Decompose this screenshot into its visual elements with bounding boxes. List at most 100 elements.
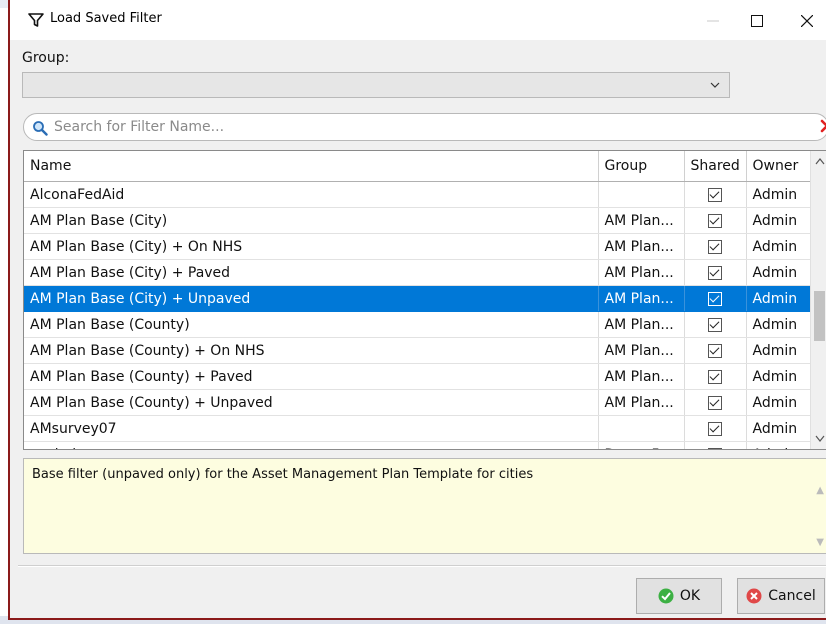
cell-owner: Admin — [746, 363, 813, 390]
ok-label: OK — [679, 588, 701, 604]
cell-name: asphalt — [24, 441, 599, 449]
cell-shared — [684, 337, 747, 364]
table-row[interactable]: AM Plan Base (City) + On NHS AM Plan... Ad… — [24, 233, 813, 260]
cell-name: AMsurvey07 — [24, 415, 599, 442]
table-row[interactable]: AlconaFedAid Admin — [24, 181, 813, 208]
cell-name: AM Plan Base (County) + Unpaved — [24, 389, 599, 416]
title-bar[interactable]: Load Saved Filter — [10, 0, 826, 40]
filter-grid: Name Group Shared Owner AlconaFedAid Admi… — [23, 150, 826, 450]
cancel-x-icon — [746, 588, 762, 604]
ok-button[interactable]: OK — [636, 578, 722, 614]
table-row[interactable]: AM Plan Base (City) AM Plan... Admin — [24, 207, 813, 234]
close-icon — [801, 15, 813, 27]
cell-owner: Admin — [746, 259, 813, 286]
table-row[interactable]: AMsurvey07 Admin — [24, 415, 813, 442]
header-row: Name Group Shared Owner — [24, 151, 813, 182]
column-header-name[interactable]: Name — [24, 151, 599, 182]
cell-group: AM Plan... — [598, 285, 685, 312]
table-row[interactable]: asphaltDemo-5... Admin — [24, 441, 813, 449]
table-row[interactable]: AM Plan Base (County) + On NHS AM Plan...… — [24, 337, 813, 364]
cancel-button[interactable]: Cancel — [737, 578, 825, 614]
shared-checkbox[interactable] — [708, 213, 722, 228]
scrollbar-thumb[interactable] — [814, 291, 825, 341]
cell-owner: Admin — [746, 207, 813, 234]
filter-description-box[interactable]: Base filter (unpaved only) for the Asset… — [23, 458, 826, 554]
chevron-down-icon — [710, 82, 720, 88]
shared-checkbox[interactable] — [708, 239, 722, 254]
group-label: Group: — [22, 50, 70, 66]
cell-name: AlconaFedAid — [24, 181, 599, 208]
cell-owner: Admin — [746, 285, 813, 312]
footer-divider — [18, 565, 826, 567]
cell-group — [598, 415, 685, 442]
cell-name: AM Plan Base (County) + Paved — [24, 363, 599, 390]
group-dropdown[interactable] — [22, 72, 730, 98]
cell-shared — [684, 363, 747, 390]
shared-checkbox[interactable] — [708, 317, 722, 332]
cell-group: Demo-5... — [598, 441, 685, 449]
cell-shared — [684, 233, 747, 260]
cell-owner: Admin — [746, 181, 813, 208]
ok-check-icon — [658, 588, 674, 604]
cell-shared — [684, 415, 747, 442]
cell-owner: Admin — [746, 233, 813, 260]
cell-group: AM Plan... — [598, 311, 685, 338]
table-row[interactable]: AM Plan Base (County) + Unpaved AM Plan..… — [24, 389, 813, 416]
cell-name: AM Plan Base (City) + Unpaved — [24, 285, 599, 312]
description-scroll-down-icon[interactable]: ▼ — [816, 537, 824, 548]
cell-shared — [684, 181, 747, 208]
cell-shared — [684, 207, 747, 234]
table-row[interactable]: AM Plan Base (City) + Unpaved AM Plan... A… — [24, 285, 813, 312]
cell-group: AM Plan... — [598, 337, 685, 364]
minimize-button[interactable] — [692, 6, 734, 36]
shared-checkbox[interactable] — [708, 291, 722, 306]
column-header-owner[interactable]: Owner — [746, 151, 813, 182]
cell-shared — [684, 311, 747, 338]
shared-checkbox[interactable] — [708, 369, 722, 384]
maximize-button[interactable] — [736, 6, 778, 36]
cancel-label: Cancel — [768, 588, 816, 604]
close-button[interactable] — [786, 6, 826, 36]
cell-shared — [684, 259, 747, 286]
table-row[interactable]: AM Plan Base (County) + Paved AM Plan... A… — [24, 363, 813, 390]
cell-group: AM Plan... — [598, 363, 685, 390]
filter-description-text: Base filter (unpaved only) for the Asset… — [32, 467, 534, 482]
table-row[interactable]: AM Plan Base (County) AM Plan... Admin — [24, 311, 813, 338]
shared-checkbox[interactable] — [708, 187, 722, 202]
description-scroll-up-icon[interactable]: ▲ — [816, 485, 824, 496]
search-icon — [33, 121, 48, 136]
vertical-scrollbar[interactable] — [810, 151, 826, 449]
grid-body: AlconaFedAid Admin AM Plan Base (City) AM P… — [24, 181, 813, 449]
cell-name: AM Plan Base (County) — [24, 311, 599, 338]
cell-name: AM Plan Base (County) + On NHS — [24, 337, 599, 364]
cell-owner: Admin — [746, 337, 813, 364]
cell-group: AM Plan... — [598, 259, 685, 286]
window-title: Load Saved Filter — [50, 11, 162, 26]
table-row[interactable]: AM Plan Base (City) + Paved AM Plan... Adm… — [24, 259, 813, 286]
column-header-group[interactable]: Group — [598, 151, 685, 182]
cell-group: AM Plan... — [598, 233, 685, 260]
cell-name: AM Plan Base (City) — [24, 207, 599, 234]
shared-checkbox[interactable] — [708, 447, 722, 449]
cell-group — [598, 181, 685, 208]
search-box — [23, 113, 826, 141]
shared-checkbox[interactable] — [708, 421, 722, 436]
scroll-down-icon[interactable] — [815, 435, 825, 443]
maximize-icon — [751, 15, 763, 27]
column-header-shared[interactable]: Shared — [684, 151, 747, 182]
cell-name: AM Plan Base (City) + Paved — [24, 259, 599, 286]
clear-search-icon[interactable] — [820, 119, 826, 133]
filter-table: Name Group Shared Owner AlconaFedAid Admi… — [24, 151, 813, 449]
shared-checkbox[interactable] — [708, 395, 722, 410]
filter-icon — [28, 13, 44, 27]
search-input[interactable] — [54, 117, 794, 137]
cell-group: AM Plan... — [598, 389, 685, 416]
cell-shared — [684, 285, 747, 312]
scroll-up-icon[interactable] — [815, 157, 825, 165]
shared-checkbox[interactable] — [708, 265, 722, 280]
cell-owner: Admin — [746, 389, 813, 416]
shared-checkbox[interactable] — [708, 343, 722, 358]
minimize-icon — [707, 20, 719, 22]
cell-owner: Admin — [746, 415, 813, 442]
cell-owner: Admin — [746, 441, 813, 449]
